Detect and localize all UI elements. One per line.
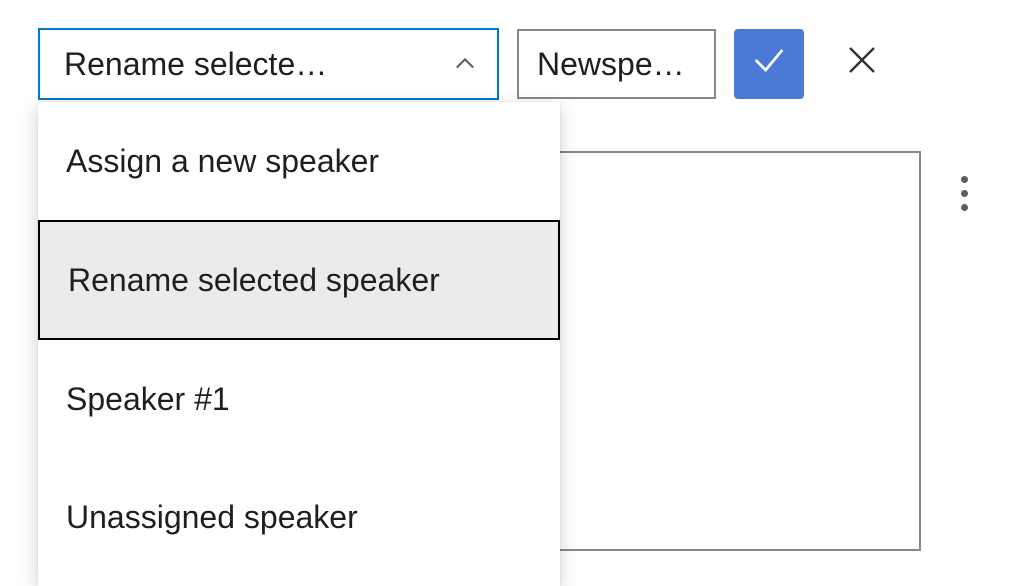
dropdown-item-label: Rename selected speaker [68, 262, 440, 299]
speaker-name-input[interactable]: Newspea… [517, 29, 716, 99]
speaker-action-select[interactable]: Rename selecte… [38, 28, 499, 100]
cancel-button[interactable] [832, 34, 892, 94]
dropdown-item-speaker-1[interactable]: Speaker #1 [38, 340, 560, 458]
dropdown-item-label: Unassigned speaker [66, 499, 358, 536]
chevron-up-icon [451, 50, 479, 78]
dropdown-item-label: Speaker #1 [66, 381, 230, 418]
dot-icon [961, 190, 968, 197]
speaker-action-select-label: Rename selecte… [64, 46, 451, 83]
dropdown-item-unassigned[interactable]: Unassigned speaker [38, 458, 560, 576]
dot-icon [961, 176, 968, 183]
dropdown-item-assign-new[interactable]: Assign a new speaker [38, 102, 560, 220]
dot-icon [961, 204, 968, 211]
dropdown-item-rename-selected[interactable]: Rename selected speaker [38, 220, 560, 340]
dropdown-item-label: Assign a new speaker [66, 143, 379, 180]
check-icon [749, 40, 789, 88]
close-icon [844, 42, 880, 86]
speaker-name-input-value: Newspea… [537, 46, 696, 83]
speaker-toolbar: Rename selecte… Newspea… [38, 28, 892, 100]
more-options-button[interactable] [955, 170, 974, 217]
speaker-action-dropdown: Assign a new speaker Rename selected spe… [38, 102, 560, 586]
confirm-button[interactable] [734, 29, 804, 99]
